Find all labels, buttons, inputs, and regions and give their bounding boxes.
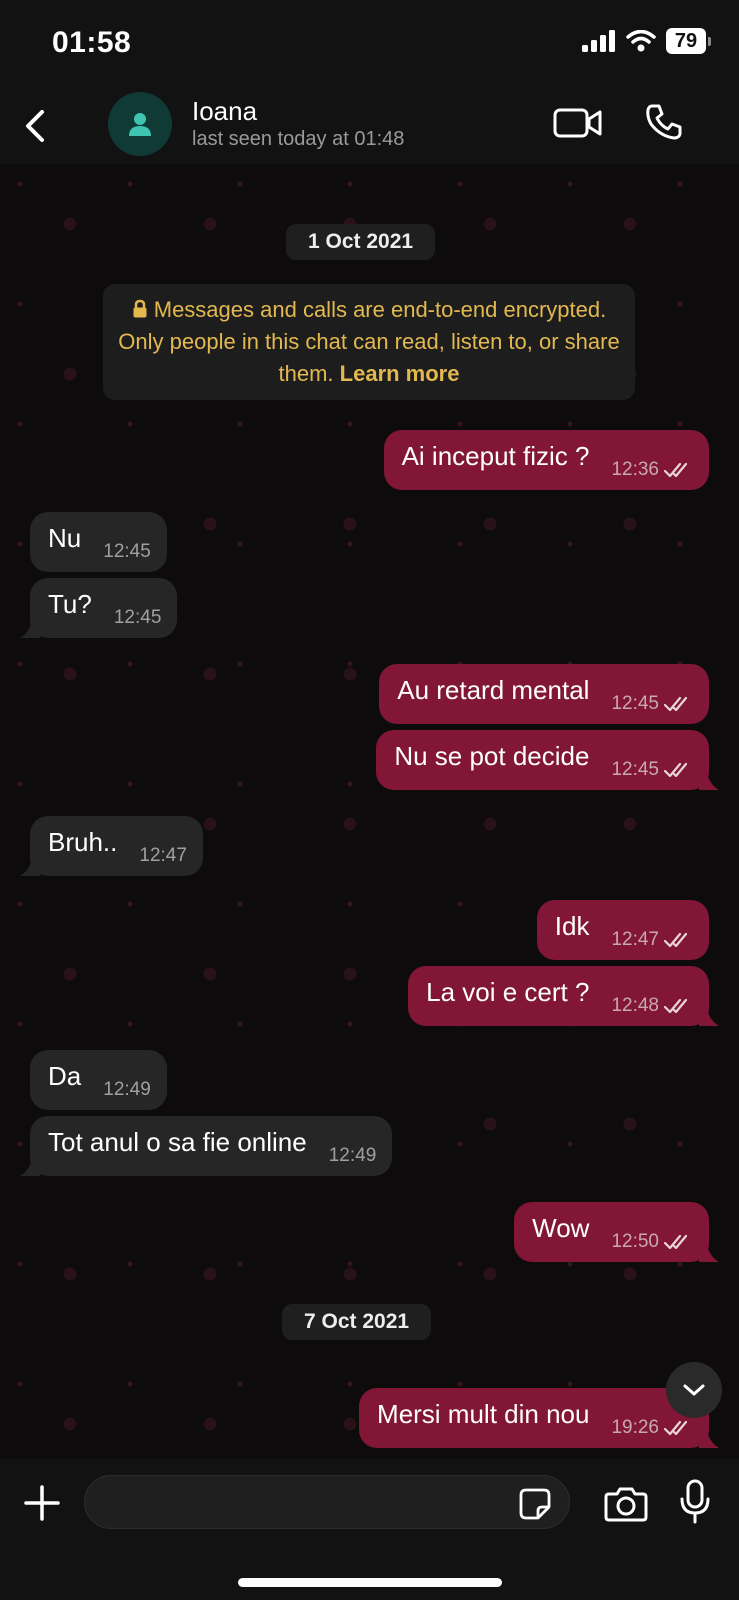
message-text: Mersi mult din nou	[377, 1398, 590, 1429]
message-time: 12:45	[113, 607, 162, 628]
message-text: Tu?	[48, 588, 92, 619]
message-text: Wow	[532, 1212, 590, 1243]
message-outgoing[interactable]: Au retard mental 12:45	[379, 664, 709, 724]
read-ticks-icon	[663, 932, 688, 948]
message-text: La voi e cert ?	[426, 976, 590, 1007]
bubble-tail	[699, 1244, 719, 1262]
date-separator: 1 Oct 2021	[286, 224, 436, 260]
read-ticks-icon	[663, 1420, 688, 1436]
message-text: Tot anul o sa fie online	[48, 1126, 307, 1157]
battery-level: 79	[666, 28, 706, 54]
message-time: 12:45	[611, 693, 659, 714]
date-separator: 7 Oct 2021	[282, 1304, 432, 1340]
scroll-to-bottom-button[interactable]	[666, 1362, 722, 1418]
message-outgoing[interactable]: Wow 12:50	[514, 1202, 719, 1262]
bubble-tail	[20, 1158, 40, 1176]
back-icon[interactable]	[20, 106, 50, 146]
message-time: 12:36	[611, 459, 659, 480]
chat-area[interactable]: 1 Oct 2021 Messages and calls are end-to…	[0, 164, 739, 1459]
message-outgoing[interactable]: La voi e cert ? 12:48	[408, 966, 719, 1026]
signal-icon	[582, 30, 615, 52]
message-time: 12:49	[103, 1079, 151, 1100]
message-text: Ai inceput fizic ?	[401, 440, 590, 471]
message-outgoing[interactable]: Idk 12:47	[536, 900, 709, 960]
message-text: Nu se pot decide	[394, 740, 590, 771]
bubble-tail	[699, 1008, 719, 1026]
message-incoming[interactable]: Da 12:49	[30, 1050, 167, 1110]
status-bar: 01:58 79	[0, 0, 739, 88]
message-time: 12:47	[139, 845, 187, 866]
read-ticks-icon	[663, 762, 688, 778]
message-incoming[interactable]: Bruh.. 12:47	[20, 816, 203, 876]
sticker-icon[interactable]	[518, 1487, 552, 1521]
message-text: Da	[48, 1060, 82, 1091]
wifi-icon	[626, 30, 656, 52]
message-time: 12:45	[103, 541, 151, 562]
message-time: 19:26	[611, 1417, 659, 1438]
message-time: 12:50	[611, 1231, 659, 1252]
encryption-notice[interactable]: Messages and calls are end-to-end encryp…	[103, 284, 635, 400]
message-text: Nu	[48, 522, 82, 553]
bubble-tail	[20, 858, 40, 876]
message-outgoing[interactable]: Mersi mult din nou 19:26	[359, 1388, 719, 1448]
last-seen-status: last seen today at 01:48	[192, 128, 405, 150]
read-ticks-icon	[663, 462, 688, 478]
person-icon	[129, 113, 151, 136]
read-ticks-icon	[663, 1234, 688, 1250]
home-indicator[interactable]	[238, 1578, 502, 1587]
message-text: Idk	[554, 910, 590, 941]
learn-more-link[interactable]: Learn more	[340, 361, 460, 386]
chat-header: Ioana last seen today at 01:48	[0, 88, 739, 164]
avatar[interactable]	[108, 92, 172, 156]
message-text: Au retard mental	[397, 674, 590, 705]
status-icons: 79	[582, 28, 711, 54]
message-outgoing[interactable]: Ai inceput fizic ? 12:36	[383, 430, 709, 490]
lock-icon	[133, 299, 147, 318]
battery-icon: 79	[666, 28, 711, 54]
message-time: 12:47	[611, 929, 659, 950]
contact-name[interactable]: Ioana	[192, 96, 257, 127]
message-time: 12:49	[328, 1145, 377, 1166]
message-incoming[interactable]: Nu 12:45	[30, 512, 167, 572]
read-ticks-icon	[663, 998, 688, 1014]
plus-icon[interactable]	[22, 1483, 62, 1523]
bubble-tail	[699, 772, 719, 790]
bubble-tail	[699, 1430, 719, 1448]
message-text: Bruh..	[48, 826, 118, 857]
message-incoming[interactable]: Tot anul o sa fie online 12:49	[20, 1116, 393, 1176]
message-incoming[interactable]: Tu? 12:45	[20, 578, 178, 638]
chevron-down-icon	[683, 1384, 705, 1396]
message-input[interactable]	[84, 1475, 570, 1529]
camera-icon[interactable]	[604, 1485, 648, 1523]
video-call-icon[interactable]	[553, 106, 603, 140]
phone-icon[interactable]	[644, 102, 684, 142]
microphone-icon[interactable]	[678, 1479, 712, 1525]
message-time: 12:45	[611, 759, 659, 780]
bubble-tail	[20, 620, 40, 638]
status-time: 01:58	[52, 26, 132, 59]
read-ticks-icon	[663, 696, 688, 712]
message-outgoing[interactable]: Nu se pot decide 12:45	[376, 730, 719, 790]
message-time: 12:48	[611, 995, 659, 1016]
